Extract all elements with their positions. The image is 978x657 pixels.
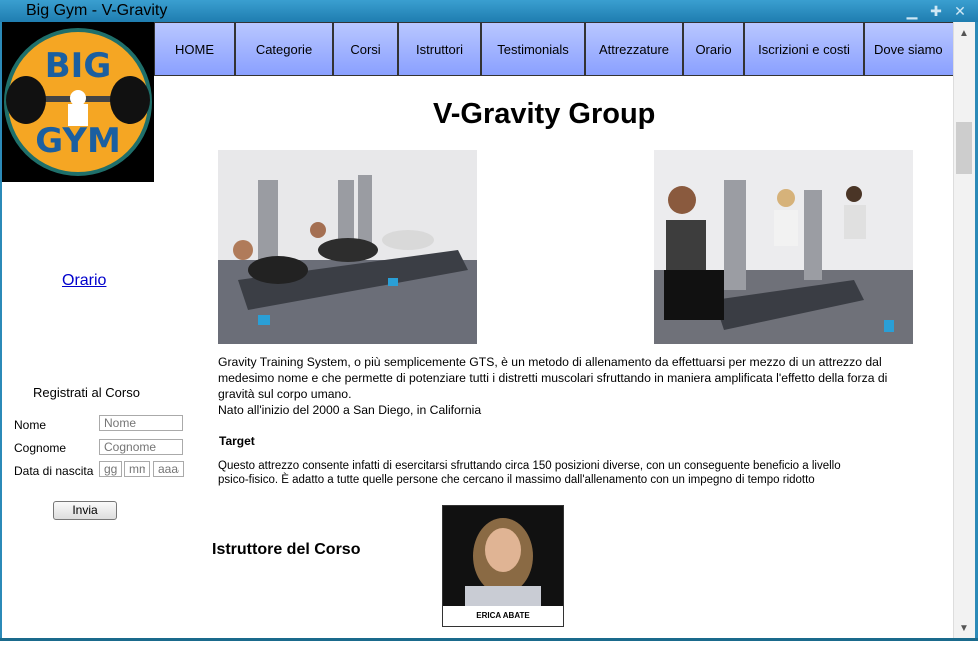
intro-line-2: medesimo nome e che permette di potenzia… [218, 371, 888, 385]
nome-label: Nome [14, 418, 47, 432]
intro-line-3: gravità sul corpo umano. [218, 387, 352, 401]
logo-text-top: BIG [45, 46, 111, 86]
instructor-title: Istruttore del Corso [212, 541, 361, 558]
nav-istruttori[interactable]: Istruttori [398, 22, 481, 76]
close-icon[interactable]: ✕ [950, 2, 970, 20]
instructor-name: ERICA ABATE [443, 606, 563, 626]
main-nav: HOME Categorie Corsi Istruttori Testimon… [154, 22, 953, 78]
maximize-icon[interactable]: ✚ [926, 2, 946, 20]
window-title: Big Gym - V-Gravity [26, 2, 168, 19]
nav-categorie[interactable]: Categorie [235, 22, 333, 76]
scroll-down-icon[interactable]: ▼ [957, 623, 971, 634]
target-line-2: psico-fisico. È adatto a tutte quelle pe… [218, 474, 815, 486]
nav-attrezzature[interactable]: Attrezzature [585, 22, 683, 76]
instructor-photo[interactable]: ERICA ABATE [442, 505, 564, 627]
vgravity-photo-left [218, 150, 477, 344]
app-window: Big Gym - V-Gravity ▁ ✚ ✕ BIG GYM HOME C… [0, 0, 978, 657]
intro-line-4: Nato all'inizio del 2000 a San Diego, in… [218, 403, 482, 417]
nav-corsi[interactable]: Corsi [333, 22, 398, 76]
nav-home[interactable]: HOME [154, 22, 235, 76]
nav-dove-siamo[interactable]: Dove siamo [864, 22, 953, 76]
page-title: V-Gravity Group [433, 98, 656, 130]
minimize-icon[interactable]: ▁ [902, 2, 922, 20]
target-title: Target [219, 434, 255, 448]
submit-button[interactable]: Invia [53, 501, 117, 520]
register-title: Registrati al Corso [33, 385, 140, 400]
nav-testimonials[interactable]: Testimonials [481, 22, 585, 76]
birth-day-input[interactable] [99, 461, 122, 477]
intro-line-1: Gravity Training System, o più semplicem… [218, 355, 882, 369]
nav-iscrizioni[interactable]: Iscrizioni e costi [744, 22, 864, 76]
window-bottom-edge [0, 638, 978, 657]
nome-input[interactable] [99, 415, 183, 431]
nascita-label: Data di nascita [14, 464, 94, 478]
title-bar: Big Gym - V-Gravity ▁ ✚ ✕ [0, 0, 978, 22]
gym-logo[interactable]: BIG GYM [2, 22, 154, 182]
birth-month-input[interactable] [124, 461, 150, 477]
logo-graphic: BIG GYM [2, 22, 154, 182]
vgravity-photo-right [654, 150, 913, 344]
logo-text-bottom: GYM [35, 121, 121, 161]
scroll-thumb[interactable] [956, 122, 972, 174]
cognome-label: Cognome [14, 441, 67, 455]
nav-orario[interactable]: Orario [683, 22, 744, 76]
birth-year-input[interactable] [153, 461, 184, 477]
vertical-scrollbar[interactable]: ▲ ▼ [953, 22, 975, 638]
orario-link[interactable]: Orario [62, 272, 106, 290]
page-viewport: BIG GYM HOME Categorie Corsi Istruttori … [2, 22, 953, 638]
cognome-input[interactable] [99, 439, 183, 455]
scroll-up-icon[interactable]: ▲ [957, 28, 971, 39]
